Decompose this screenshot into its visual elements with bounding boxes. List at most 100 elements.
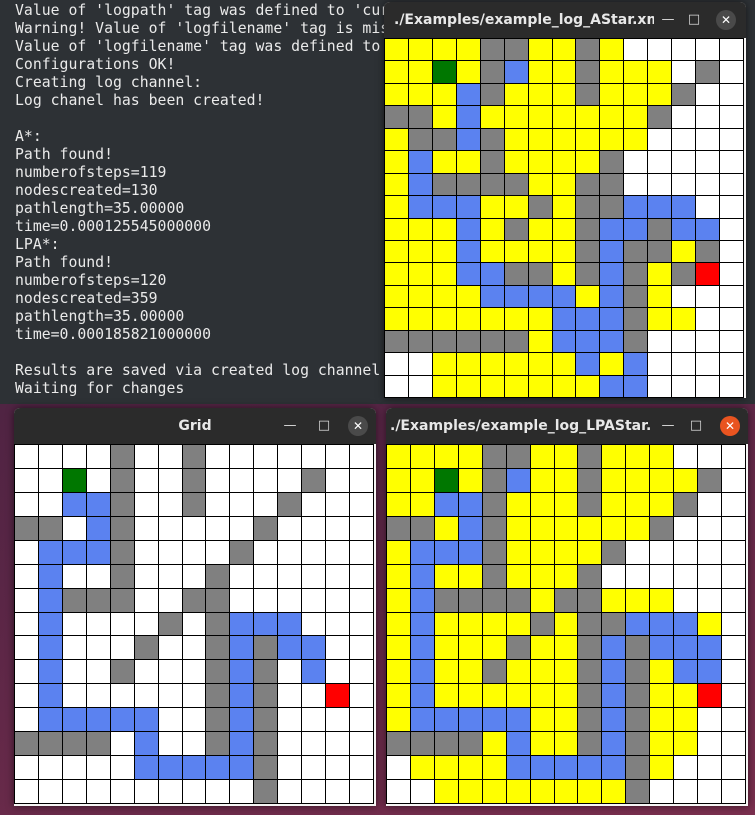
free-cell[interactable] — [720, 240, 743, 263]
free-cell[interactable] — [696, 83, 720, 106]
path-cell[interactable] — [408, 151, 432, 173]
path-cell[interactable] — [38, 564, 62, 588]
path-cell[interactable] — [600, 308, 624, 330]
explored-cell[interactable] — [552, 353, 576, 375]
path-cell[interactable] — [230, 732, 254, 756]
explored-cell[interactable] — [674, 684, 698, 708]
obstacle-cell[interactable] — [385, 330, 408, 353]
explored-cell[interactable] — [385, 39, 408, 61]
path-cell[interactable] — [506, 468, 530, 492]
path-cell[interactable] — [456, 263, 480, 285]
path-cell[interactable] — [182, 756, 206, 780]
free-cell[interactable] — [672, 61, 696, 83]
obstacle-cell[interactable] — [387, 516, 410, 540]
explored-cell[interactable] — [434, 564, 458, 588]
explored-cell[interactable] — [458, 780, 482, 803]
path-cell[interactable] — [600, 375, 624, 397]
obstacle-cell[interactable] — [506, 445, 530, 468]
path-cell[interactable] — [410, 636, 434, 660]
path-cell[interactable] — [576, 330, 600, 353]
explored-cell[interactable] — [602, 492, 626, 516]
free-cell[interactable] — [672, 128, 696, 151]
free-cell[interactable] — [254, 445, 278, 468]
explored-cell[interactable] — [408, 240, 432, 263]
explored-cell[interactable] — [480, 240, 504, 263]
free-cell[interactable] — [302, 516, 326, 540]
free-cell[interactable] — [720, 128, 743, 151]
explored-cell[interactable] — [578, 516, 602, 540]
explored-cell[interactable] — [480, 106, 504, 128]
explored-cell[interactable] — [432, 353, 456, 375]
free-cell[interactable] — [278, 780, 302, 803]
free-cell[interactable] — [38, 492, 62, 516]
explored-cell[interactable] — [385, 173, 408, 196]
path-cell[interactable] — [278, 636, 302, 660]
path-cell[interactable] — [602, 708, 626, 732]
free-cell[interactable] — [134, 564, 158, 588]
free-cell[interactable] — [62, 660, 86, 684]
free-cell[interactable] — [722, 492, 745, 516]
obstacle-cell[interactable] — [254, 684, 278, 708]
explored-cell[interactable] — [552, 173, 576, 196]
free-cell[interactable] — [182, 516, 206, 540]
goal-cell[interactable] — [326, 684, 350, 708]
explored-cell[interactable] — [458, 684, 482, 708]
explored-cell[interactable] — [480, 308, 504, 330]
obstacle-cell[interactable] — [600, 173, 624, 196]
explored-cell[interactable] — [554, 636, 578, 660]
free-cell[interactable] — [278, 564, 302, 588]
free-cell[interactable] — [326, 708, 350, 732]
minimize-icon[interactable]: — — [658, 416, 678, 436]
free-cell[interactable] — [134, 540, 158, 564]
path-cell[interactable] — [456, 128, 480, 151]
obstacle-cell[interactable] — [206, 564, 230, 588]
obstacle-cell[interactable] — [576, 39, 600, 61]
explored-cell[interactable] — [458, 660, 482, 684]
path-cell[interactable] — [456, 218, 480, 240]
obstacle-cell[interactable] — [480, 83, 504, 106]
free-cell[interactable] — [158, 588, 182, 612]
free-cell[interactable] — [672, 285, 696, 308]
explored-cell[interactable] — [602, 468, 626, 492]
minimize-icon[interactable]: — — [280, 416, 300, 436]
free-cell[interactable] — [696, 330, 720, 353]
obstacle-cell[interactable] — [578, 588, 602, 612]
explored-cell[interactable] — [434, 780, 458, 803]
path-cell[interactable] — [624, 196, 648, 218]
explored-cell[interactable] — [648, 61, 672, 83]
free-cell[interactable] — [698, 492, 722, 516]
obstacle-cell[interactable] — [482, 445, 506, 468]
obstacle-cell[interactable] — [578, 636, 602, 660]
obstacle-cell[interactable] — [434, 732, 458, 756]
explored-cell[interactable] — [408, 83, 432, 106]
explored-cell[interactable] — [552, 375, 576, 397]
explored-cell[interactable] — [432, 218, 456, 240]
path-cell[interactable] — [578, 756, 602, 780]
free-cell[interactable] — [110, 756, 134, 780]
explored-cell[interactable] — [458, 756, 482, 780]
explored-cell[interactable] — [385, 285, 408, 308]
obstacle-cell[interactable] — [578, 492, 602, 516]
free-cell[interactable] — [410, 780, 434, 803]
obstacle-cell[interactable] — [626, 660, 650, 684]
free-cell[interactable] — [350, 612, 373, 636]
free-cell[interactable] — [302, 588, 326, 612]
explored-cell[interactable] — [554, 660, 578, 684]
obstacle-cell[interactable] — [278, 492, 302, 516]
free-cell[interactable] — [720, 83, 743, 106]
start-cell[interactable] — [434, 468, 458, 492]
free-cell[interactable] — [720, 106, 743, 128]
path-cell[interactable] — [410, 684, 434, 708]
obstacle-cell[interactable] — [110, 588, 134, 612]
obstacle-cell[interactable] — [408, 330, 432, 353]
path-cell[interactable] — [410, 660, 434, 684]
explored-cell[interactable] — [385, 218, 408, 240]
free-cell[interactable] — [350, 660, 373, 684]
explored-cell[interactable] — [530, 684, 554, 708]
explored-cell[interactable] — [432, 39, 456, 61]
obstacle-cell[interactable] — [626, 732, 650, 756]
explored-cell[interactable] — [554, 540, 578, 564]
free-cell[interactable] — [182, 780, 206, 803]
explored-cell[interactable] — [506, 612, 530, 636]
obstacle-cell[interactable] — [504, 218, 528, 240]
